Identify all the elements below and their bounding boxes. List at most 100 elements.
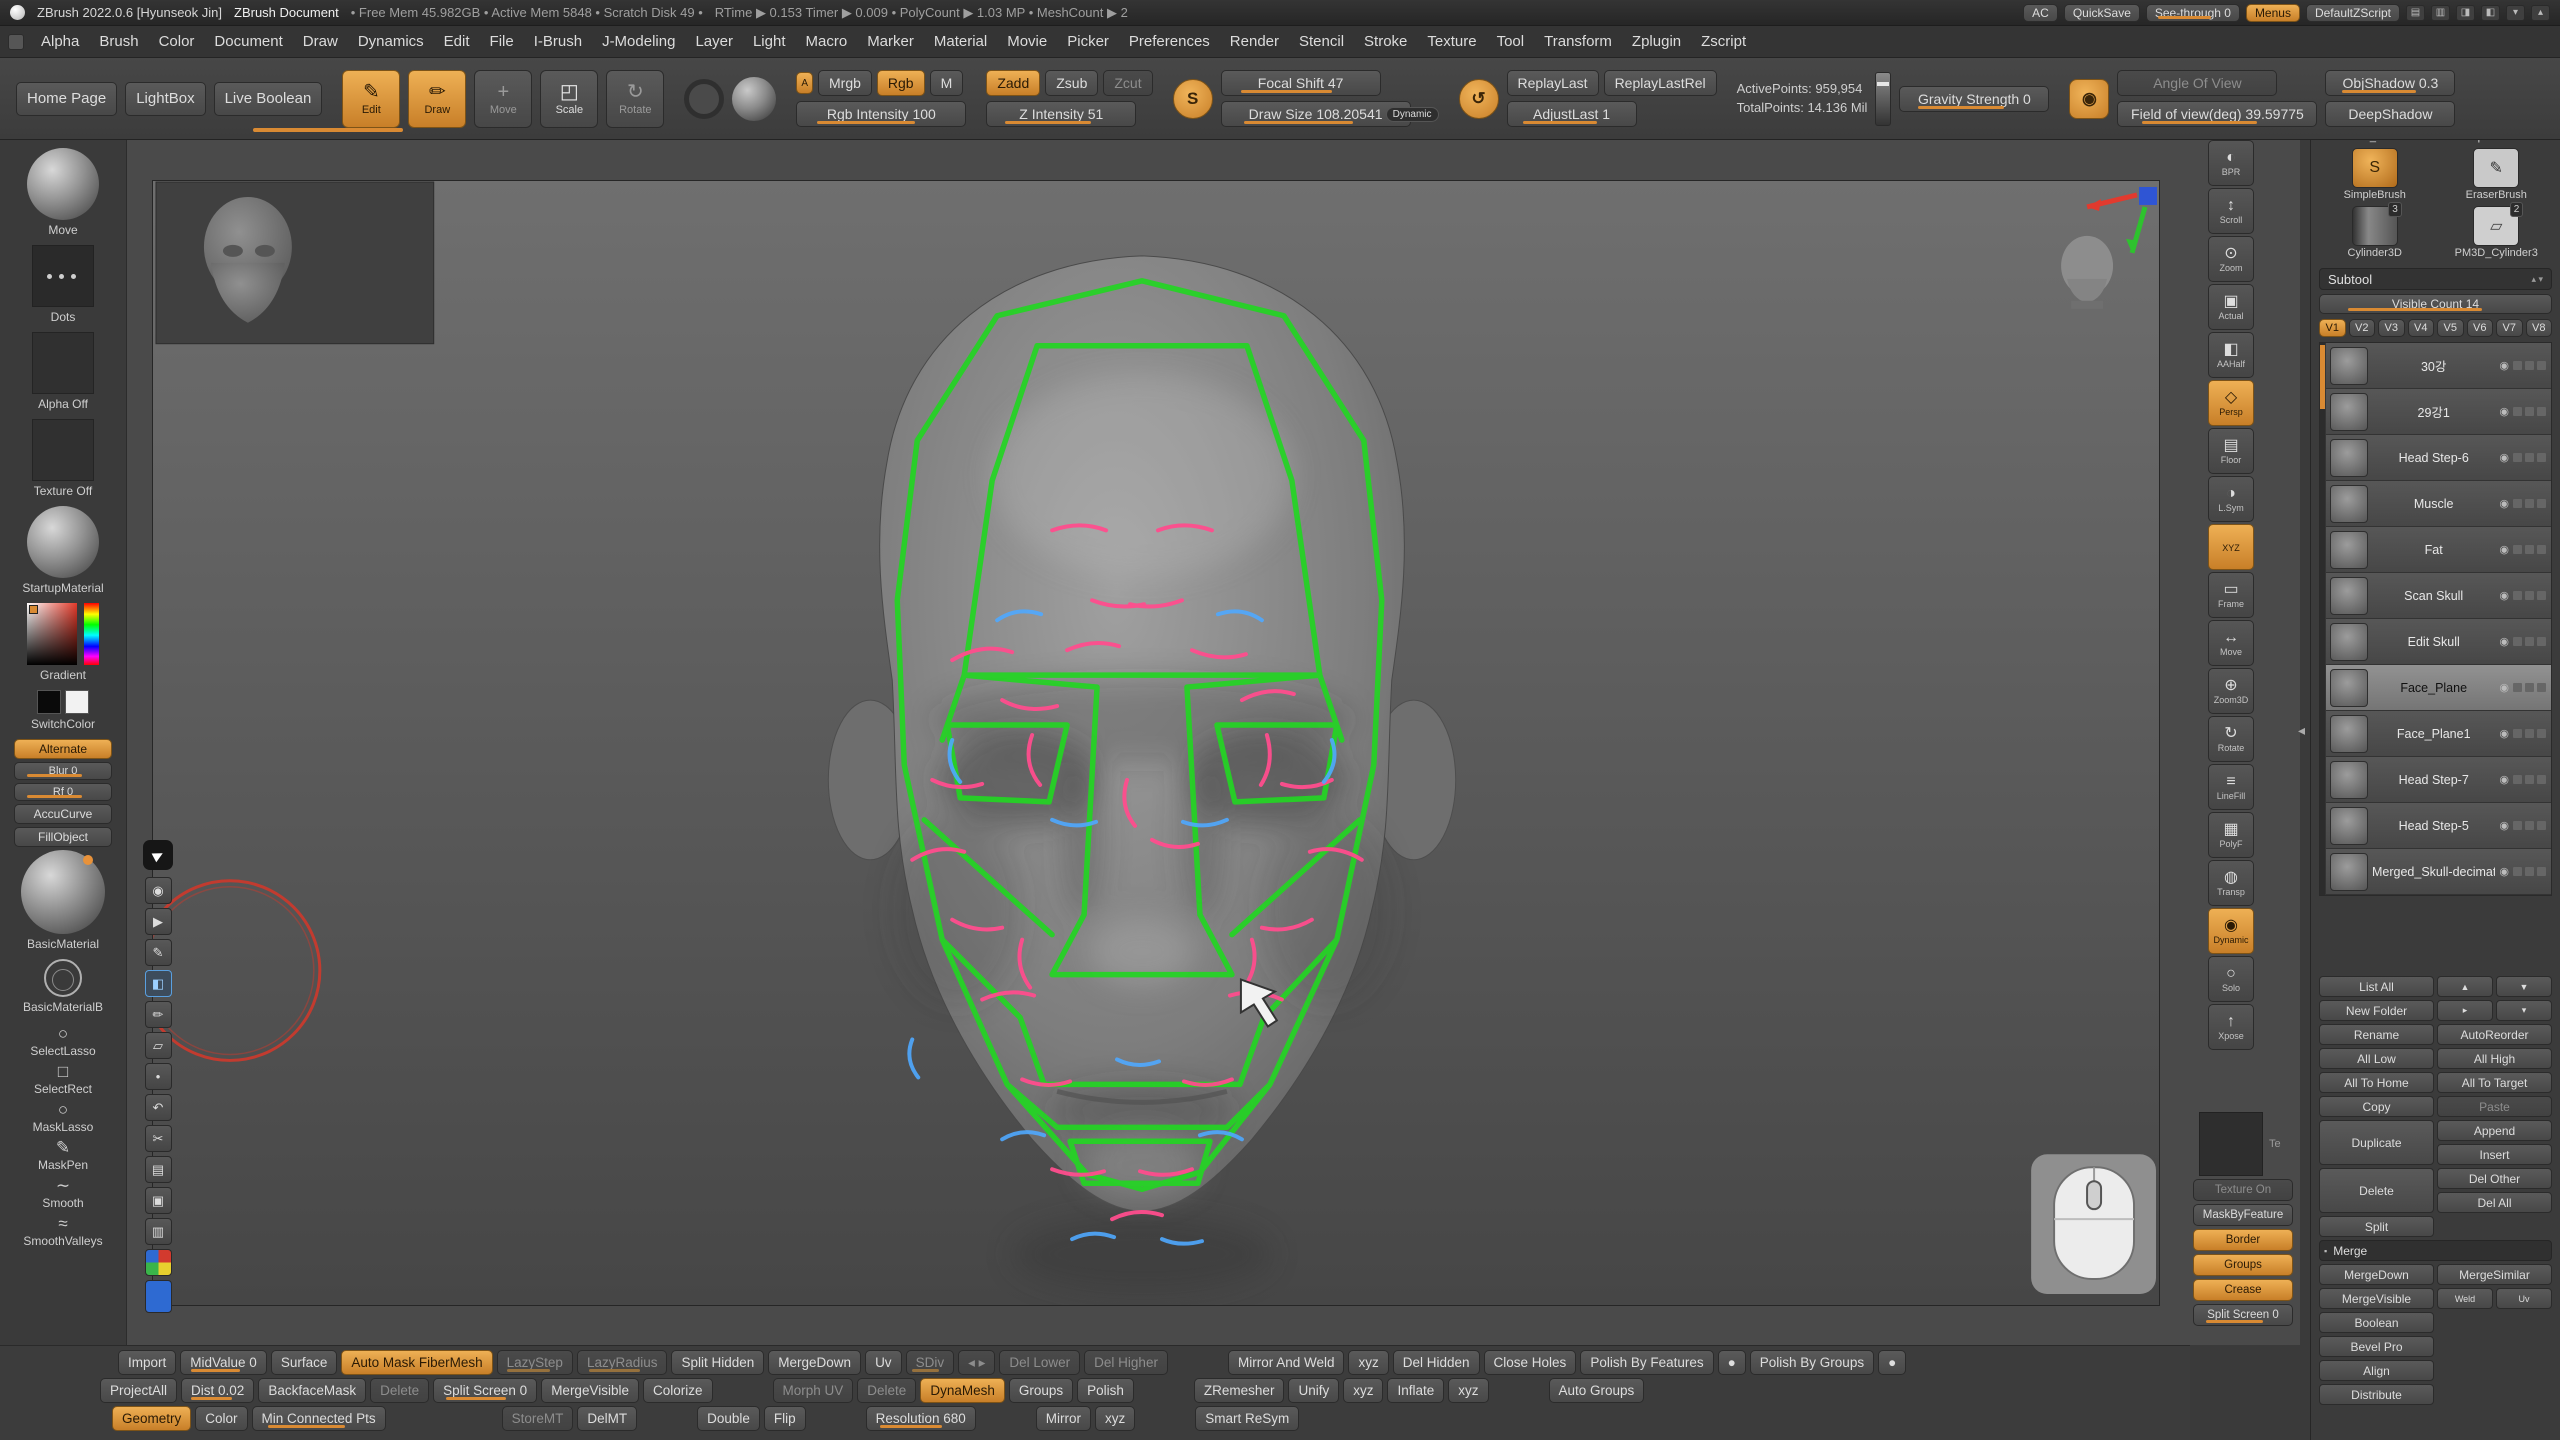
material-thumbnail[interactable] bbox=[27, 506, 99, 578]
macro-tool-button[interactable]: ↶ bbox=[145, 1094, 172, 1121]
bottom-bar-button[interactable]: Inflate bbox=[1387, 1378, 1444, 1403]
bottom-bar-button[interactable]: Polish By Features bbox=[1580, 1350, 1713, 1375]
bottom-bar-button[interactable]: LazyStep bbox=[497, 1350, 573, 1375]
subtool-mini-buttons[interactable] bbox=[2513, 591, 2547, 601]
visibility-eye-icon[interactable] bbox=[2499, 773, 2509, 786]
subtool-version-tab[interactable]: V8 bbox=[2526, 319, 2553, 337]
subtool-action-button[interactable]: MergeSimilar bbox=[2437, 1264, 2552, 1285]
color-picker[interactable] bbox=[27, 603, 99, 665]
macro-tool-button[interactable]: ◉ bbox=[145, 877, 172, 904]
titlebar-button[interactable]: DefaultZScript bbox=[2306, 4, 2400, 22]
menu-item[interactable]: Color bbox=[150, 30, 204, 53]
bottom-bar-button[interactable]: SDiv bbox=[906, 1350, 955, 1375]
subtool-action-button[interactable]: Uv bbox=[2496, 1288, 2552, 1309]
titlebar-icon[interactable]: ◨ bbox=[2456, 5, 2475, 21]
viewport-button[interactable]: XYZ bbox=[2208, 524, 2254, 570]
subtool-action-button[interactable]: ▸ bbox=[2437, 1000, 2493, 1021]
texture-thumbnail[interactable] bbox=[32, 419, 94, 481]
bottom-bar-button[interactable]: Mirror And Weld bbox=[1228, 1350, 1345, 1375]
subtool-mini-buttons[interactable] bbox=[2513, 407, 2547, 417]
bottom-bar-button[interactable]: Color bbox=[195, 1406, 247, 1431]
subtool-action-button[interactable]: Paste bbox=[2437, 1096, 2552, 1117]
texture-strip-button[interactable]: Split Screen 0 bbox=[2193, 1304, 2293, 1326]
viewport-button[interactable]: ◍ Transp bbox=[2208, 860, 2254, 906]
bottom-bar-button[interactable]: Del Higher bbox=[1084, 1350, 1168, 1375]
subtool-action-button[interactable]: Copy bbox=[2319, 1096, 2434, 1117]
main-color-swatch[interactable] bbox=[37, 690, 61, 714]
subtool-action-button[interactable]: Append bbox=[2437, 1120, 2552, 1141]
field-of-view-slider[interactable]: Field of view(deg) 39.59775 bbox=[2117, 101, 2317, 127]
draw-button[interactable]: ✏Draw bbox=[408, 70, 466, 128]
texture-strip-button[interactable]: MaskByFeature bbox=[2193, 1204, 2293, 1226]
subtool-version-tab[interactable]: V2 bbox=[2349, 319, 2376, 337]
viewport-button[interactable]: ▤ Floor bbox=[2208, 428, 2254, 474]
subtool-version-tab[interactable]: V3 bbox=[2378, 319, 2405, 337]
mrgb-toggle[interactable]: Mrgb bbox=[818, 70, 872, 96]
tool-thumbnail[interactable]: 3 Cylinder3D bbox=[2319, 206, 2431, 260]
bottom-bar-button[interactable]: Flip bbox=[764, 1406, 806, 1431]
replay-last-rel-button[interactable]: ReplayLastRel bbox=[1604, 70, 1717, 96]
quick-tool-button[interactable]: □ SelectRect bbox=[34, 1062, 92, 1096]
menu-item[interactable]: Texture bbox=[1418, 30, 1485, 53]
bottom-bar-button[interactable]: Auto Groups bbox=[1549, 1378, 1645, 1403]
subtool-version-tab[interactable]: V1 bbox=[2319, 319, 2346, 337]
viewport-button[interactable]: ↑ Xpose bbox=[2208, 1004, 2254, 1050]
subtool-mini-buttons[interactable] bbox=[2513, 867, 2547, 877]
subtool-row[interactable]: Head Step-6 bbox=[2326, 435, 2551, 481]
gravity-strength-slider[interactable]: Gravity Strength 0 bbox=[1899, 86, 2049, 112]
subtool-action-button[interactable]: Align bbox=[2319, 1360, 2434, 1381]
bottom-bar-button[interactable]: xyz bbox=[1448, 1378, 1488, 1403]
bottom-bar-button[interactable]: StoreMT bbox=[502, 1406, 574, 1431]
subtool-mini-buttons[interactable] bbox=[2513, 453, 2547, 463]
tool-thumbnail[interactable]: ▱ 2 PM3D_Cylinder3 bbox=[2441, 206, 2553, 260]
bottom-bar-button[interactable]: MergeVisible bbox=[541, 1378, 639, 1403]
hue-strip[interactable] bbox=[84, 603, 99, 665]
macro-tool-button[interactable] bbox=[145, 1249, 172, 1276]
macro-tool-button[interactable]: • bbox=[145, 1063, 172, 1090]
texture-strip-button[interactable]: Groups bbox=[2193, 1254, 2293, 1276]
menu-item[interactable]: Light bbox=[744, 30, 795, 53]
titlebar-icon[interactable]: ▾ bbox=[2506, 5, 2525, 21]
titlebar-button[interactable]: Menus bbox=[2246, 4, 2300, 22]
subtool-action-button[interactable]: MergeDown bbox=[2319, 1264, 2434, 1285]
visibility-eye-icon[interactable] bbox=[2499, 497, 2509, 510]
switch-color[interactable] bbox=[37, 690, 89, 714]
visibility-eye-icon[interactable] bbox=[2499, 359, 2509, 372]
menu-item[interactable]: Stencil bbox=[1290, 30, 1353, 53]
titlebar-icon[interactable]: ◧ bbox=[2481, 5, 2500, 21]
focal-shift-slider[interactable]: Focal Shift 47 bbox=[1221, 70, 1381, 96]
move-button[interactable]: +Move bbox=[474, 70, 532, 128]
viewport-button[interactable]: ◑ L.Sym bbox=[2208, 476, 2254, 522]
zcut-toggle[interactable]: Zcut bbox=[1103, 70, 1152, 96]
bottom-bar-button[interactable]: Split Hidden bbox=[671, 1350, 764, 1375]
macro-tool-button[interactable]: ◧ bbox=[145, 970, 172, 997]
rotate-button[interactable]: ↻Rotate bbox=[606, 70, 664, 128]
subtool-action-button[interactable]: All Low bbox=[2319, 1048, 2434, 1069]
bottom-bar-button[interactable]: Double bbox=[697, 1406, 760, 1431]
bottom-bar-button[interactable]: Split Screen 0 bbox=[433, 1378, 537, 1403]
bottom-bar-button[interactable]: Auto Mask FiberMesh bbox=[341, 1350, 492, 1375]
quick-tool-button[interactable]: ○ SelectLasso bbox=[30, 1024, 95, 1058]
tool-thumbnail[interactable]: ✎ EraserBrush bbox=[2441, 148, 2553, 202]
bottom-bar-button[interactable]: ◂ ▸ bbox=[958, 1350, 995, 1375]
subtool-version-tab[interactable]: V7 bbox=[2496, 319, 2523, 337]
macro-tool-button[interactable]: ▥ bbox=[145, 1218, 172, 1245]
deepshadow-button[interactable]: DeepShadow bbox=[2325, 101, 2455, 127]
subtool-action-button[interactable]: Del All bbox=[2437, 1192, 2552, 1213]
titlebar-icon[interactable]: ▴ bbox=[2531, 5, 2550, 21]
visibility-eye-icon[interactable] bbox=[2499, 589, 2509, 602]
panel-splitter-chevron[interactable]: ◂ bbox=[2298, 722, 2305, 739]
bottom-bar-button[interactable]: Polish By Groups bbox=[1750, 1350, 1874, 1375]
texture-strip-button[interactable]: Crease bbox=[2193, 1279, 2293, 1301]
bottom-bar-button[interactable]: xyz bbox=[1348, 1350, 1388, 1375]
replay-icon[interactable] bbox=[1459, 79, 1499, 119]
canvas-area[interactable]: ◉▶✎◧✏▱•↶✂▤▣▥ ◐ BPR ↕ Scroll ⊙ Zoom bbox=[127, 140, 2300, 1345]
bottom-bar-button[interactable]: MidValue 0 bbox=[180, 1350, 267, 1375]
viewport-button[interactable]: ▣ Actual bbox=[2208, 284, 2254, 330]
bottom-bar-button[interactable]: Min Connected Pts bbox=[252, 1406, 386, 1431]
macro-tool-button[interactable]: ✎ bbox=[145, 939, 172, 966]
titlebar-icon[interactable]: ▥ bbox=[2431, 5, 2450, 21]
menu-item[interactable]: Brush bbox=[90, 30, 147, 53]
bottom-bar-button[interactable]: Delete bbox=[857, 1378, 916, 1403]
tool-thumbnail[interactable]: S SimpleBrush bbox=[2319, 148, 2431, 202]
